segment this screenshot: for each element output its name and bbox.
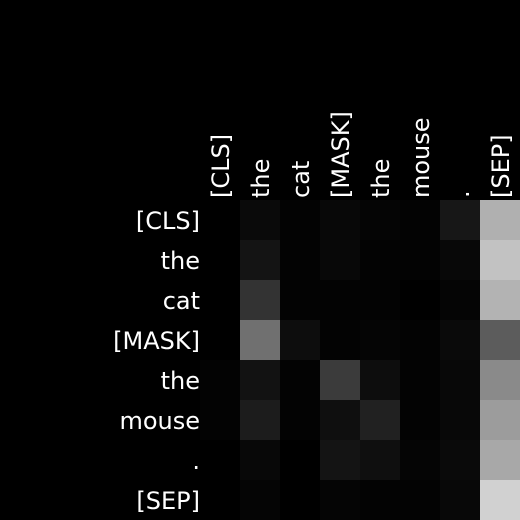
heatmap-cell-r0-c4 [360,200,400,240]
heatmap-cell-r5-c2 [280,400,320,440]
heatmap-cell-r0-c3 [320,200,360,240]
heatmap-cell-r6-c4 [360,440,400,480]
y-tick-label-1: the [161,247,200,275]
heatmap-cell-r4-c5 [400,360,440,400]
y-tick-label-3: [MASK] [113,327,200,355]
heatmap-cell-r2-c3 [320,280,360,320]
x-tick-label-7: [SEP] [487,134,515,198]
heatmap-cell-r1-c1 [240,240,280,280]
heatmap-cell-r2-c5 [400,280,440,320]
heatmap-cell-r6-c2 [280,440,320,480]
heatmap-cell-r4-c6 [440,360,480,400]
heatmap-cell-r5-c1 [240,400,280,440]
heatmap-cell-r6-c3 [320,440,360,480]
heatmap-cell-r7-c5 [400,480,440,520]
heatmap-cell-r0-c0 [200,200,240,240]
x-tick-label-6: . [447,190,475,198]
heatmap-cell-r4-c0 [200,360,240,400]
heatmap-cell-r3-c5 [400,320,440,360]
heatmap-cell-r7-c2 [280,480,320,520]
heatmap-cell-r4-c2 [280,360,320,400]
heatmap-cell-r3-c4 [360,320,400,360]
y-tick-label-6: . [192,447,200,475]
y-tick-label-2: cat [163,287,200,315]
heatmap-cell-r2-c7 [480,280,520,320]
y-tick-label-5: mouse [119,407,200,435]
heatmap-cell-r0-c7 [480,200,520,240]
heatmap-cell-r3-c6 [440,320,480,360]
heatmap-cell-r7-c1 [240,480,280,520]
heatmap-cell-r3-c0 [200,320,240,360]
heatmap-cell-r5-c6 [440,400,480,440]
heatmap-cell-r5-c7 [480,400,520,440]
heatmap-cell-r1-c4 [360,240,400,280]
y-tick-label-4: the [161,367,200,395]
heatmap-cell-r3-c7 [480,320,520,360]
attention-heatmap: [CLS] the cat [MASK] the mouse. [SEP] [CLS]the… [0,0,520,520]
x-tick-label-1: the [247,159,275,198]
x-tick-label-3: [MASK] [327,111,355,198]
heatmap-cell-r1-c2 [280,240,320,280]
heatmap-cell-r7-c7 [480,480,520,520]
heatmap-cell-r7-c3 [320,480,360,520]
heatmap-cell-r1-c0 [200,240,240,280]
x-tick-label-5: mouse [407,117,435,198]
heatmap-cell-r5-c5 [400,400,440,440]
heatmap-cell-r1-c5 [400,240,440,280]
heatmap-cell-r4-c7 [480,360,520,400]
x-tick-label-0: [CLS] [207,134,235,198]
heatmap-cells [200,200,520,520]
x-tick-label-2: cat [287,161,315,198]
x-tick-label-4: the [367,159,395,198]
heatmap-cell-r0-c1 [240,200,280,240]
heatmap-cell-r1-c7 [480,240,520,280]
heatmap-cell-r6-c6 [440,440,480,480]
heatmap-cell-r5-c3 [320,400,360,440]
heatmap-cell-r3-c2 [280,320,320,360]
heatmap-cell-r6-c0 [200,440,240,480]
heatmap-cell-r5-c4 [360,400,400,440]
heatmap-cell-r2-c0 [200,280,240,320]
heatmap-cell-r6-c1 [240,440,280,480]
heatmap-cell-r5-c0 [200,400,240,440]
heatmap-cell-r6-c5 [400,440,440,480]
heatmap-cell-r4-c4 [360,360,400,400]
heatmap-cell-r7-c4 [360,480,400,520]
heatmap-cell-r2-c6 [440,280,480,320]
heatmap-cell-r4-c1 [240,360,280,400]
heatmap-cell-r2-c1 [240,280,280,320]
heatmap-cell-r4-c3 [320,360,360,400]
heatmap-cell-r1-c3 [320,240,360,280]
heatmap-cell-r2-c2 [280,280,320,320]
heatmap-cell-r7-c6 [440,480,480,520]
y-tick-label-0: [CLS] [136,207,200,235]
heatmap-cell-r1-c6 [440,240,480,280]
heatmap-cell-r7-c0 [200,480,240,520]
heatmap-cell-r3-c3 [320,320,360,360]
heatmap-cell-r0-c5 [400,200,440,240]
y-tick-label-7: [SEP] [136,487,200,515]
heatmap-cell-r0-c6 [440,200,480,240]
heatmap-cell-r3-c1 [240,320,280,360]
heatmap-cell-r6-c7 [480,440,520,480]
heatmap-cell-r2-c4 [360,280,400,320]
heatmap-cell-r0-c2 [280,200,320,240]
